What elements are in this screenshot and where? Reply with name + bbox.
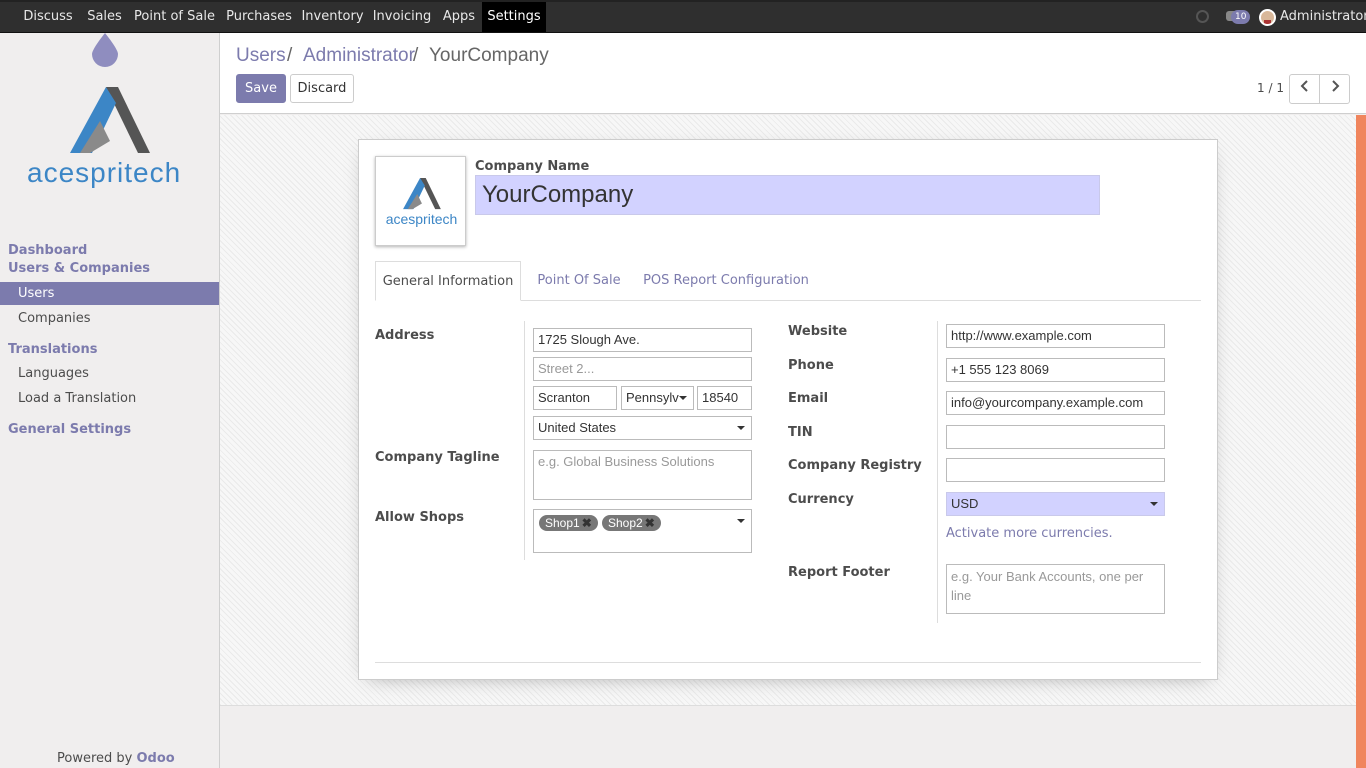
- tin-label: TIN: [788, 425, 813, 440]
- sidebar: acespritech Dashboard Users & Companies …: [0, 33, 220, 768]
- shop-tag[interactable]: Shop1 ✖: [539, 515, 598, 531]
- powered-by-text: Powered by: [57, 751, 133, 766]
- city-input[interactable]: Scranton: [533, 386, 617, 410]
- country-select[interactable]: United States: [533, 416, 752, 440]
- tab-general-information[interactable]: General Information: [375, 261, 521, 301]
- menu-sales[interactable]: Sales: [80, 2, 129, 32]
- email-input[interactable]: info@yourcompany.example.com: [946, 391, 1165, 415]
- powered-by: Powered by Odoo: [57, 751, 175, 766]
- company-tagline-textarea[interactable]: e.g. Global Business Solutions: [533, 450, 752, 500]
- company-tagline-label: Company Tagline: [375, 450, 500, 465]
- website-label: Website: [788, 324, 848, 339]
- breadcrumb-administrator[interactable]: Administrator: [303, 45, 415, 67]
- remove-tag-icon[interactable]: ✖: [645, 516, 655, 530]
- company-logo-icon: [403, 177, 441, 210]
- company-logo-text: acespritech: [27, 157, 182, 188]
- allow-shops-input[interactable]: Shop1 ✖ Shop2 ✖: [533, 509, 752, 553]
- form-sheet: acespritech Company Name YourCompany Gen…: [358, 139, 1218, 680]
- activity-clock-icon[interactable]: [1196, 10, 1209, 23]
- report-footer-label: Report Footer: [788, 565, 890, 580]
- street2-input[interactable]: Street 2...: [533, 357, 752, 381]
- chevron-right-icon: [1331, 80, 1339, 92]
- odoo-link[interactable]: Odoo: [137, 751, 175, 766]
- shop-tag[interactable]: Shop2 ✖: [602, 515, 661, 531]
- right-column-divider: [937, 321, 938, 623]
- company-name-input[interactable]: YourCompany: [475, 175, 1100, 215]
- currency-select[interactable]: USD: [946, 492, 1165, 516]
- sidebar-item-companies[interactable]: Companies: [0, 307, 219, 330]
- sidebar-item-languages[interactable]: Languages: [0, 362, 219, 385]
- menu-settings[interactable]: Settings: [482, 2, 546, 32]
- tab-point-of-sale[interactable]: Point Of Sale: [529, 261, 629, 301]
- breadcrumb-separator: /: [413, 45, 419, 66]
- left-column-divider: [524, 321, 525, 560]
- scrollbar[interactable]: [1356, 115, 1366, 768]
- breadcrumb-separator: /: [287, 45, 293, 66]
- tin-input[interactable]: [946, 425, 1165, 449]
- pager-value[interactable]: 1 / 1: [1257, 81, 1284, 95]
- menu-purchases[interactable]: Purchases: [220, 2, 298, 32]
- phone-label: Phone: [788, 358, 834, 373]
- remove-tag-icon[interactable]: ✖: [582, 516, 592, 530]
- company-registry-input[interactable]: [946, 458, 1165, 482]
- pager-previous-button[interactable]: [1289, 74, 1320, 104]
- currency-label: Currency: [788, 492, 854, 507]
- pager-next-button[interactable]: [1319, 74, 1350, 104]
- breadcrumb-users[interactable]: Users: [236, 45, 286, 67]
- notification-badge[interactable]: 10: [1231, 10, 1251, 24]
- tab-pos-report-configuration[interactable]: POS Report Configuration: [641, 261, 811, 301]
- email-label: Email: [788, 391, 829, 406]
- street-input[interactable]: 1725 Slough Ave.: [533, 328, 752, 352]
- user-avatar[interactable]: [1259, 9, 1276, 26]
- top-navbar: Discuss Sales Point of Sale Purchases In…: [0, 0, 1366, 33]
- company-name-label: Company Name: [475, 159, 590, 174]
- control-panel: Users / Administrator / YourCompany Save…: [220, 33, 1366, 114]
- discard-button[interactable]: Discard: [290, 74, 354, 103]
- sidebar-translations[interactable]: Translations: [8, 342, 97, 357]
- breadcrumb-current: YourCompany: [429, 45, 549, 66]
- acespritech-logo-icon: [70, 87, 150, 153]
- website-input[interactable]: http://www.example.com: [946, 324, 1165, 348]
- company-registry-label: Company Registry: [788, 458, 922, 473]
- activate-currencies-link[interactable]: Activate more currencies.: [946, 526, 1113, 541]
- sidebar-item-load-translation[interactable]: Load a Translation: [0, 387, 219, 410]
- user-menu[interactable]: Administrator: [1280, 2, 1366, 32]
- sidebar-general-settings[interactable]: General Settings: [8, 422, 131, 437]
- menu-point-of-sale[interactable]: Point of Sale: [129, 2, 220, 32]
- lower-area: [220, 705, 1356, 768]
- phone-input[interactable]: +1 555 123 8069: [946, 358, 1165, 382]
- chevron-left-icon: [1300, 80, 1308, 92]
- sidebar-users-companies[interactable]: Users & Companies: [8, 261, 150, 276]
- address-label: Address: [375, 328, 435, 343]
- report-footer-textarea[interactable]: e.g. Your Bank Accounts, one per line: [946, 564, 1165, 614]
- menu-invoicing[interactable]: Invoicing: [367, 2, 437, 32]
- state-select[interactable]: Pennsylv: [621, 386, 694, 410]
- allow-shops-label: Allow Shops: [375, 510, 465, 525]
- company-logo-text: acespritech: [385, 211, 458, 227]
- sheet-footer-divider: [375, 662, 1201, 663]
- drop-logo-icon: [92, 33, 118, 67]
- company-logo-image[interactable]: acespritech: [375, 156, 466, 246]
- menu-inventory[interactable]: Inventory: [298, 2, 367, 32]
- menu-apps[interactable]: Apps: [437, 2, 481, 32]
- menu-discuss[interactable]: Discuss: [16, 2, 80, 32]
- save-button[interactable]: Save: [236, 74, 286, 103]
- zip-input[interactable]: 18540: [697, 386, 752, 410]
- sidebar-item-users[interactable]: Users: [0, 282, 219, 305]
- sidebar-dashboard[interactable]: Dashboard: [8, 243, 87, 258]
